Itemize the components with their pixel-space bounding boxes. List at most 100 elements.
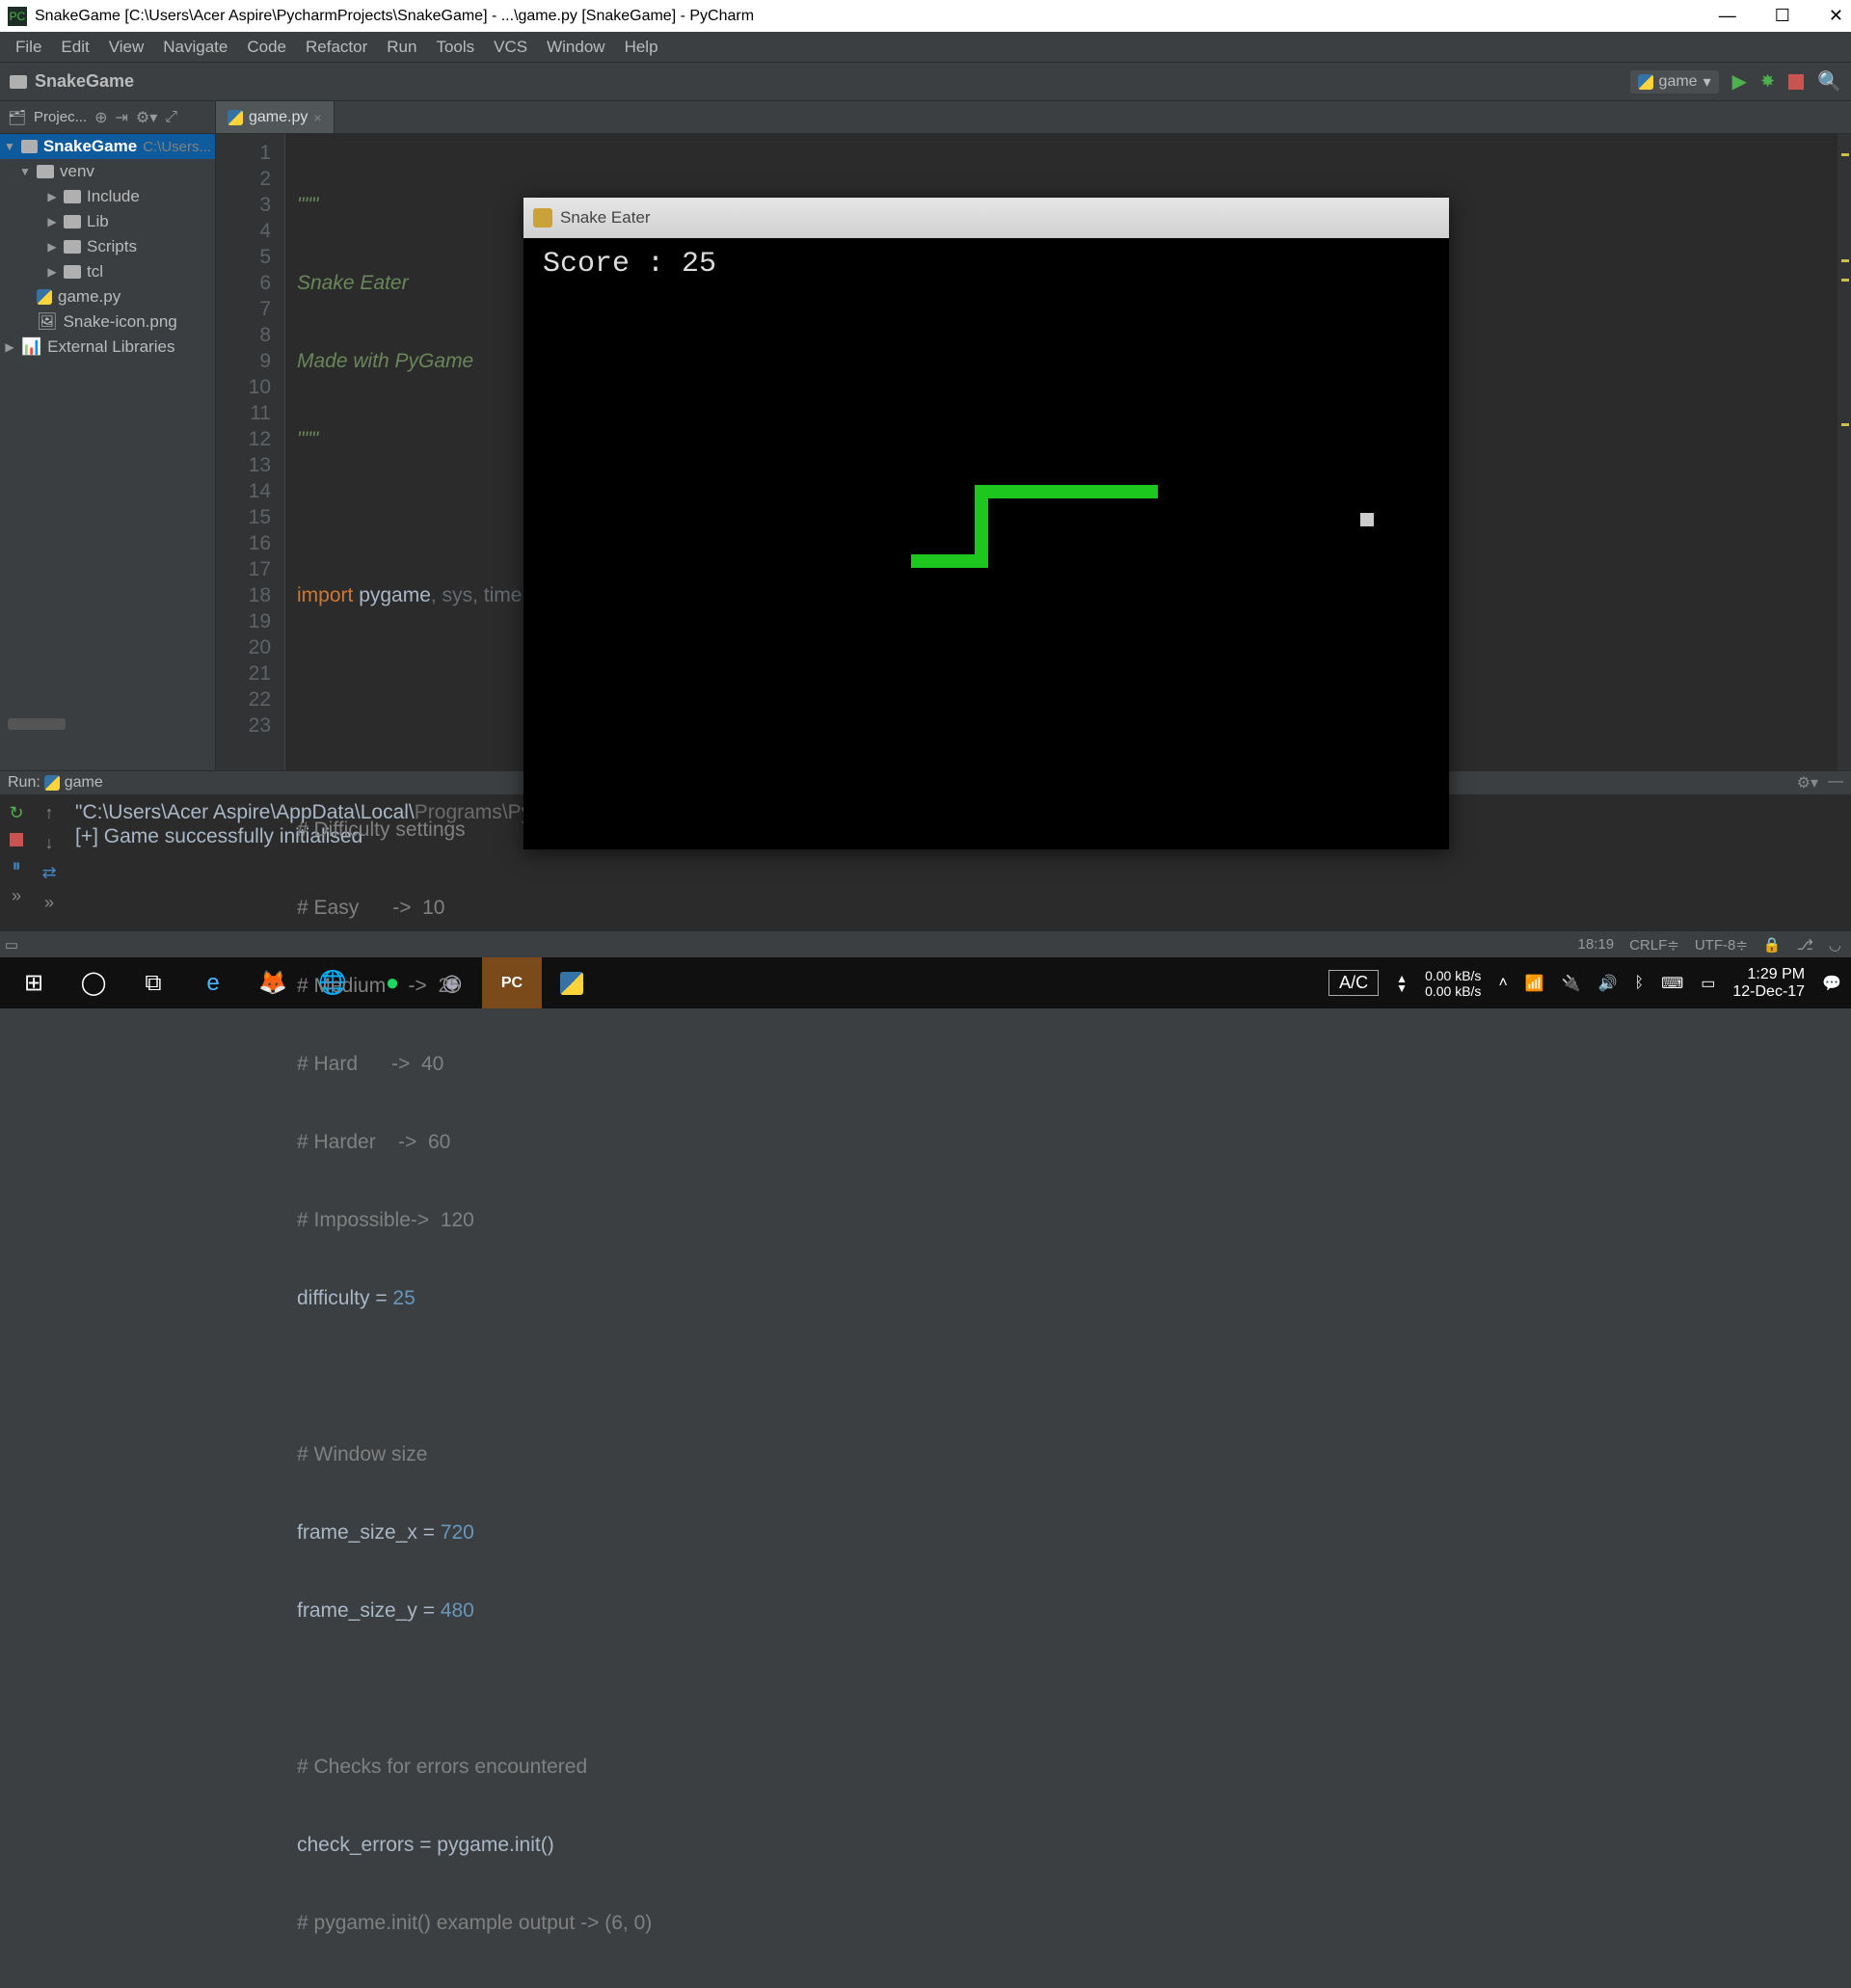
down-button[interactable]: ↓ <box>45 833 54 853</box>
tree-snakeicon[interactable]: 🖼 Snake-icon.png <box>0 309 215 335</box>
stop-button[interactable] <box>1788 74 1804 90</box>
menu-navigate[interactable]: Navigate <box>153 34 237 61</box>
tree-label: Include <box>87 187 140 206</box>
expand-icon[interactable]: ▶ <box>46 215 58 228</box>
menu-edit[interactable]: Edit <box>51 34 98 61</box>
menu-code[interactable]: Code <box>237 34 296 61</box>
expand-icon[interactable]: ▼ <box>19 165 31 178</box>
menu-refactor[interactable]: Refactor <box>296 34 377 61</box>
tree-gamepy[interactable]: game.py <box>0 284 215 309</box>
windows-taskbar: ⊞ ◯ ⧉ e 🦊 🌐 ● ◉ PC A/C ▲▼ 0.00 kB/s 0.00… <box>0 957 1851 1008</box>
wifi-icon[interactable]: 📶 <box>1525 974 1544 993</box>
net-up: 0.00 kB/s <box>1425 968 1481 983</box>
taskbar-clock[interactable]: 1:29 PM 12-Dec-17 <box>1732 966 1805 1001</box>
tree-root[interactable]: ▼ SnakeGame C:\Users... <box>0 134 215 159</box>
status-encoding[interactable]: UTF-8≑ <box>1695 936 1748 954</box>
battery-icon[interactable]: 🔌 <box>1562 974 1581 993</box>
rerun-button[interactable]: ↻ <box>9 803 23 823</box>
search-everywhere-button[interactable]: 🔍 <box>1817 69 1841 94</box>
firefox-icon[interactable]: 🦊 <box>243 957 303 1008</box>
menu-window[interactable]: Window <box>537 34 614 61</box>
editor-tabs: game.py × <box>216 101 335 133</box>
soft-wrap-button[interactable]: ⇄ <box>41 863 56 883</box>
minimize-button[interactable]: — <box>1719 6 1736 26</box>
gutter: 1234567891011121314151617181920212223 <box>216 134 285 770</box>
autoscroll-icon[interactable]: ⊕ <box>94 108 107 127</box>
food <box>1360 513 1374 526</box>
menu-run[interactable]: Run <box>377 34 426 61</box>
snake-segment <box>975 485 1158 498</box>
editor-markers[interactable] <box>1838 134 1851 770</box>
navigation-bar: SnakeGame game ▾ ▶ ✸ 🔍 <box>0 63 1851 101</box>
collapse-icon[interactable]: ⇥ <box>115 108 127 127</box>
menu-help[interactable]: Help <box>615 34 668 61</box>
tree-lib[interactable]: ▶ Lib <box>0 209 215 234</box>
gear-icon[interactable]: ⚙▾ <box>1797 773 1818 793</box>
gear-icon[interactable]: ⚙▾ <box>136 108 157 127</box>
hide-icon[interactable]: — <box>1828 773 1843 793</box>
updown-icon[interactable]: ▲▼ <box>1396 974 1408 993</box>
project-icon[interactable]: ▭ <box>1701 974 1715 993</box>
run-config-selector[interactable]: game ▾ <box>1630 70 1719 94</box>
expand-icon[interactable]: ▶ <box>4 340 15 354</box>
stop-button[interactable] <box>10 833 23 846</box>
project-tree[interactable]: ▼ SnakeGame C:\Users... ▼ venv ▶ Include… <box>0 134 216 770</box>
maximize-button[interactable]: ☐ <box>1775 6 1790 26</box>
status-line-sep[interactable]: CRLF≑ <box>1629 936 1679 954</box>
menu-vcs[interactable]: VCS <box>484 34 537 61</box>
pygame-titlebar[interactable]: Snake Eater <box>523 198 1449 238</box>
edge-icon[interactable]: e <box>183 957 243 1008</box>
expand-icon[interactable]: ▶ <box>46 240 58 254</box>
run-config-name: game <box>1659 73 1698 91</box>
git-icon[interactable]: ⎇ <box>1797 936 1813 954</box>
breadcrumb[interactable]: SnakeGame <box>10 71 134 92</box>
debug-button[interactable]: ✸ <box>1760 71 1775 92</box>
menu-view[interactable]: View <box>99 34 154 61</box>
menu-file[interactable]: File <box>6 34 51 61</box>
close-tab-icon[interactable]: × <box>313 110 321 125</box>
tree-venv[interactable]: ▼ venv <box>0 159 215 184</box>
pygame-title-text: Snake Eater <box>560 208 651 228</box>
folder-icon <box>64 190 81 203</box>
status-icon[interactable]: ▭ <box>0 936 23 954</box>
notifications-icon[interactable]: 💬 <box>1822 974 1841 993</box>
keyboard-icon[interactable]: ⌨ <box>1661 974 1683 993</box>
tab-gamepy[interactable]: game.py × <box>216 101 335 133</box>
expand-icon[interactable]: ▼ <box>4 140 15 153</box>
tree-include[interactable]: ▶ Include <box>0 184 215 209</box>
project-tool-header[interactable]: 🗂 Projec... ⊕ ⇥ ⚙▾ ⤢ <box>0 101 216 133</box>
up-button[interactable]: ↑ <box>45 803 54 823</box>
ac-indicator[interactable]: A/C <box>1328 970 1379 996</box>
close-button[interactable]: ✕ <box>1829 6 1843 26</box>
tree-label: tcl <box>87 262 103 282</box>
pause-button[interactable]: ⏸ <box>13 856 21 876</box>
tree-label: External Libraries <box>47 337 174 357</box>
tree-tcl[interactable]: ▶ tcl <box>0 259 215 284</box>
start-button[interactable]: ⊞ <box>4 957 64 1008</box>
lock-icon[interactable]: 🔒 <box>1763 936 1782 954</box>
tab-label: game.py <box>249 109 308 126</box>
tree-scrollbar[interactable] <box>8 718 66 730</box>
pygame-canvas[interactable]: Score : 25 <box>523 238 1449 849</box>
run-button[interactable]: ▶ <box>1732 69 1747 94</box>
expand-icon[interactable]: ▶ <box>46 190 58 203</box>
hide-icon[interactable]: ⤢ <box>165 109 177 126</box>
more-button[interactable]: » <box>44 893 54 913</box>
more-button[interactable]: » <box>12 886 21 906</box>
tree-root-label: SnakeGame <box>43 137 137 156</box>
inspect-icon[interactable]: ◡ <box>1829 936 1841 954</box>
tree-external-libraries[interactable]: ▶ 📊 External Libraries <box>0 335 215 360</box>
cortana-button[interactable]: ◯ <box>64 957 123 1008</box>
expand-icon[interactable]: ▶ <box>46 265 58 279</box>
task-view-button[interactable]: ⧉ <box>123 957 183 1008</box>
pygame-window[interactable]: Snake Eater Score : 25 <box>523 198 1449 849</box>
bluetooth-icon[interactable]: ᛒ <box>1635 975 1645 992</box>
volume-icon[interactable]: 🔊 <box>1598 974 1618 993</box>
folder-icon <box>64 215 81 228</box>
tray-expand-icon[interactable]: ˄ <box>1498 975 1507 992</box>
menu-tools[interactable]: Tools <box>426 34 484 61</box>
status-time: 18:19 <box>1578 936 1615 953</box>
tree-scripts[interactable]: ▶ Scripts <box>0 234 215 259</box>
folder-icon <box>37 165 54 178</box>
score-label: Score : 25 <box>543 248 716 281</box>
